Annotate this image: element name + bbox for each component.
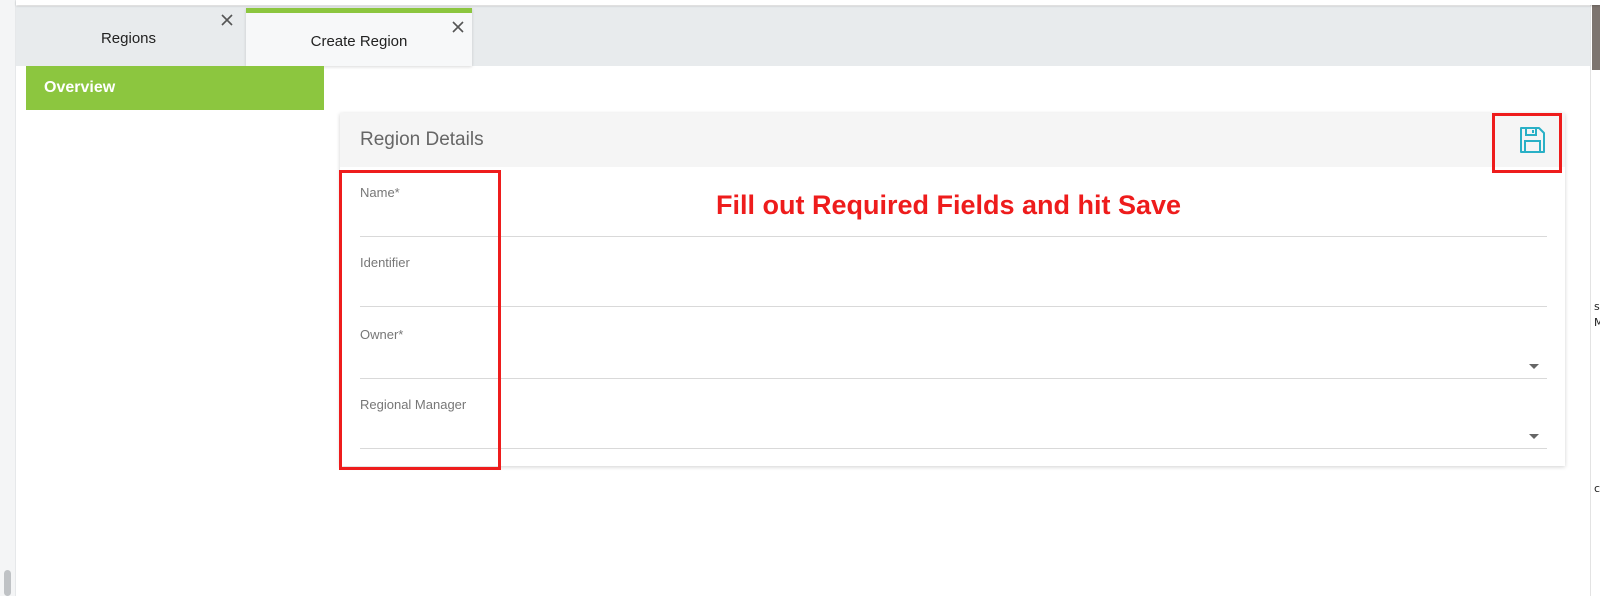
caret-down-icon[interactable] [1529,434,1539,439]
card-header: Region Details [340,113,1565,167]
tab-bar: Regions Create Region [16,6,1590,66]
identifier-field[interactable]: Identifier [360,237,1547,307]
top-divider [16,0,1600,5]
region-details-card: Region Details Name* Identifier Owner* R… [340,113,1565,466]
card-title: Region Details [360,129,484,150]
right-edge-glyph: c [1594,482,1600,495]
right-edge-strip [1592,0,1600,70]
caret-down-icon[interactable] [1529,364,1539,369]
annotation-fields-box [339,170,501,470]
annotation-save-box [1492,113,1562,173]
annotation-text: Fill out Required Fields and hit Save [716,190,1182,220]
owner-select[interactable]: Owner* [360,309,1547,379]
tab-create-region[interactable]: Create Region [246,8,472,66]
tab-regions[interactable]: Regions [16,6,241,66]
right-edge-glyph: s [1594,300,1600,313]
tab-label: Create Region [310,33,408,50]
sidebar-item-label: Overview [44,79,116,96]
close-icon[interactable] [219,12,235,28]
regional-manager-select[interactable]: Regional Manager [360,379,1547,449]
close-icon[interactable] [450,19,466,35]
sidebar-item-overview[interactable]: Overview [26,66,324,110]
tab-label: Regions [100,29,157,47]
left-gutter [0,0,16,596]
right-edge-glyph: M [1594,316,1600,329]
right-edge: s M c [1590,0,1600,596]
scrollbar-thumb[interactable] [4,570,11,596]
